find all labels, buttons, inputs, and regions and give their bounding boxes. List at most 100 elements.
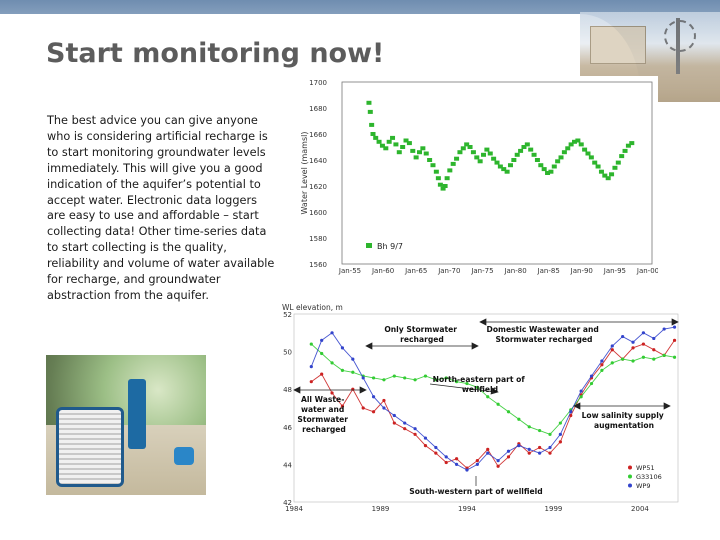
chart2-point <box>309 380 313 384</box>
chart1-point <box>538 163 544 168</box>
chart2-point <box>320 372 324 376</box>
chart1-point <box>383 146 389 151</box>
chart2-point <box>392 374 396 378</box>
chart1-point <box>427 158 433 162</box>
chart2-point <box>434 445 438 450</box>
chart2-point <box>672 325 677 329</box>
note-line: water and <box>301 405 344 414</box>
chart1-point <box>390 135 396 140</box>
chart2-legend-swatch <box>628 483 632 488</box>
chart1-point <box>619 154 625 159</box>
logger-cap <box>174 447 194 465</box>
chart1-xtick-label: Jan-90 <box>570 267 593 275</box>
chart1-point <box>629 141 635 146</box>
chart1-ytick-label: 1680 <box>309 105 327 113</box>
chart2-xticks: 1984 1989 1994 1999 2004 <box>285 505 649 513</box>
note-line: Only Stormwater <box>384 325 457 334</box>
chart2-point <box>548 445 552 450</box>
chart2-point <box>631 340 635 344</box>
chart2-point <box>413 427 417 431</box>
note-all-waste: All Waste- water and Stormwater recharge… <box>297 395 350 434</box>
chart2-ytick-label: 46 <box>283 424 292 432</box>
chart1-point <box>386 139 392 144</box>
chart1-point <box>366 100 372 105</box>
chart2-point <box>538 428 542 433</box>
chart2-xtick-label: 1984 <box>285 505 303 512</box>
chart1-point <box>551 164 557 169</box>
windmill-icon <box>664 20 696 52</box>
chart1-point <box>406 141 412 146</box>
chart1-ytick-label: 1600 <box>309 209 327 217</box>
chart2-point <box>361 376 365 380</box>
chart2-point <box>444 455 448 459</box>
chart1-xtick-label: Jan-65 <box>404 267 427 275</box>
chart1-point <box>541 167 547 172</box>
chart2-point <box>330 361 334 365</box>
chart2-point <box>610 348 614 352</box>
wellfield-chart: WL elevation, m 52 50 48 46 44 42 1984 1989 199… <box>280 300 680 513</box>
chart2-point <box>403 376 407 380</box>
chart2-xtick-label: 1999 <box>545 505 563 512</box>
chart2-point <box>454 462 459 466</box>
chart2-point <box>496 459 500 463</box>
note-domestic: Domestic Wastewater and Stormwater recha… <box>487 325 602 344</box>
chart1-ytick-label: 1660 <box>309 131 327 139</box>
chart2-point <box>486 451 490 455</box>
chart2-point <box>351 357 355 361</box>
chart1-xtick-label: Jan-95 <box>603 267 626 275</box>
chart1-point <box>578 142 584 147</box>
chart1-point <box>504 169 510 174</box>
chart1-point <box>477 159 483 164</box>
chart1-point <box>444 176 450 181</box>
chart2-point <box>589 374 594 378</box>
chart1-legend-label: Bh 9/7 <box>377 242 403 251</box>
chart1-point <box>555 159 561 164</box>
chart2-point <box>631 346 635 350</box>
chart1-point <box>396 150 402 155</box>
note-line: North-eastern part of <box>433 375 526 384</box>
chart1-point <box>460 146 466 151</box>
chart1-point <box>531 152 537 157</box>
chart2-point <box>392 413 396 418</box>
chart1-point <box>487 151 493 156</box>
note-line: recharged <box>400 335 444 344</box>
chart1-point <box>454 156 460 161</box>
chart1-point <box>400 145 406 149</box>
note-line: Stormwater <box>297 415 348 424</box>
chart2-ytick-label: 44 <box>283 461 292 469</box>
chart1-point <box>605 176 611 181</box>
chart1-point <box>558 155 564 160</box>
chart1-point <box>413 155 419 160</box>
chart1-point <box>511 158 517 162</box>
chart2-point <box>621 357 625 361</box>
chart2-point <box>496 402 500 406</box>
chart1-point <box>609 172 615 177</box>
chart1-point <box>481 152 487 157</box>
chart2-point <box>403 427 407 431</box>
chart2-point <box>579 389 583 393</box>
chart1-point <box>435 176 441 181</box>
chart2-point <box>340 368 345 372</box>
chart2-legend-swatch <box>628 474 632 479</box>
note-line: wellfield <box>462 385 498 394</box>
chart2-point <box>527 451 531 455</box>
chart2-point <box>465 468 469 472</box>
chart1-point <box>585 151 591 156</box>
chart1-xtick-label: Jan-80 <box>503 267 526 275</box>
chart1-point <box>491 156 497 161</box>
chart1-xtick-label: Jan-60 <box>371 267 394 275</box>
chart2-legend-swatch <box>628 465 632 470</box>
chart1-ytick-label: 1700 <box>309 79 327 87</box>
chart2-point <box>652 348 656 352</box>
chart2-point <box>558 432 562 436</box>
chart1-point <box>524 142 530 147</box>
note-line: Domestic Wastewater and <box>487 325 599 334</box>
chart2-point <box>371 410 376 414</box>
slide-title: Start monitoring now! <box>46 38 385 69</box>
chart2-point <box>506 449 511 453</box>
chart1-point <box>430 163 436 168</box>
chart1-point <box>548 169 554 174</box>
chart1-plot-frame <box>341 81 653 265</box>
chart1-point <box>507 163 513 168</box>
chart2-point <box>475 459 479 463</box>
